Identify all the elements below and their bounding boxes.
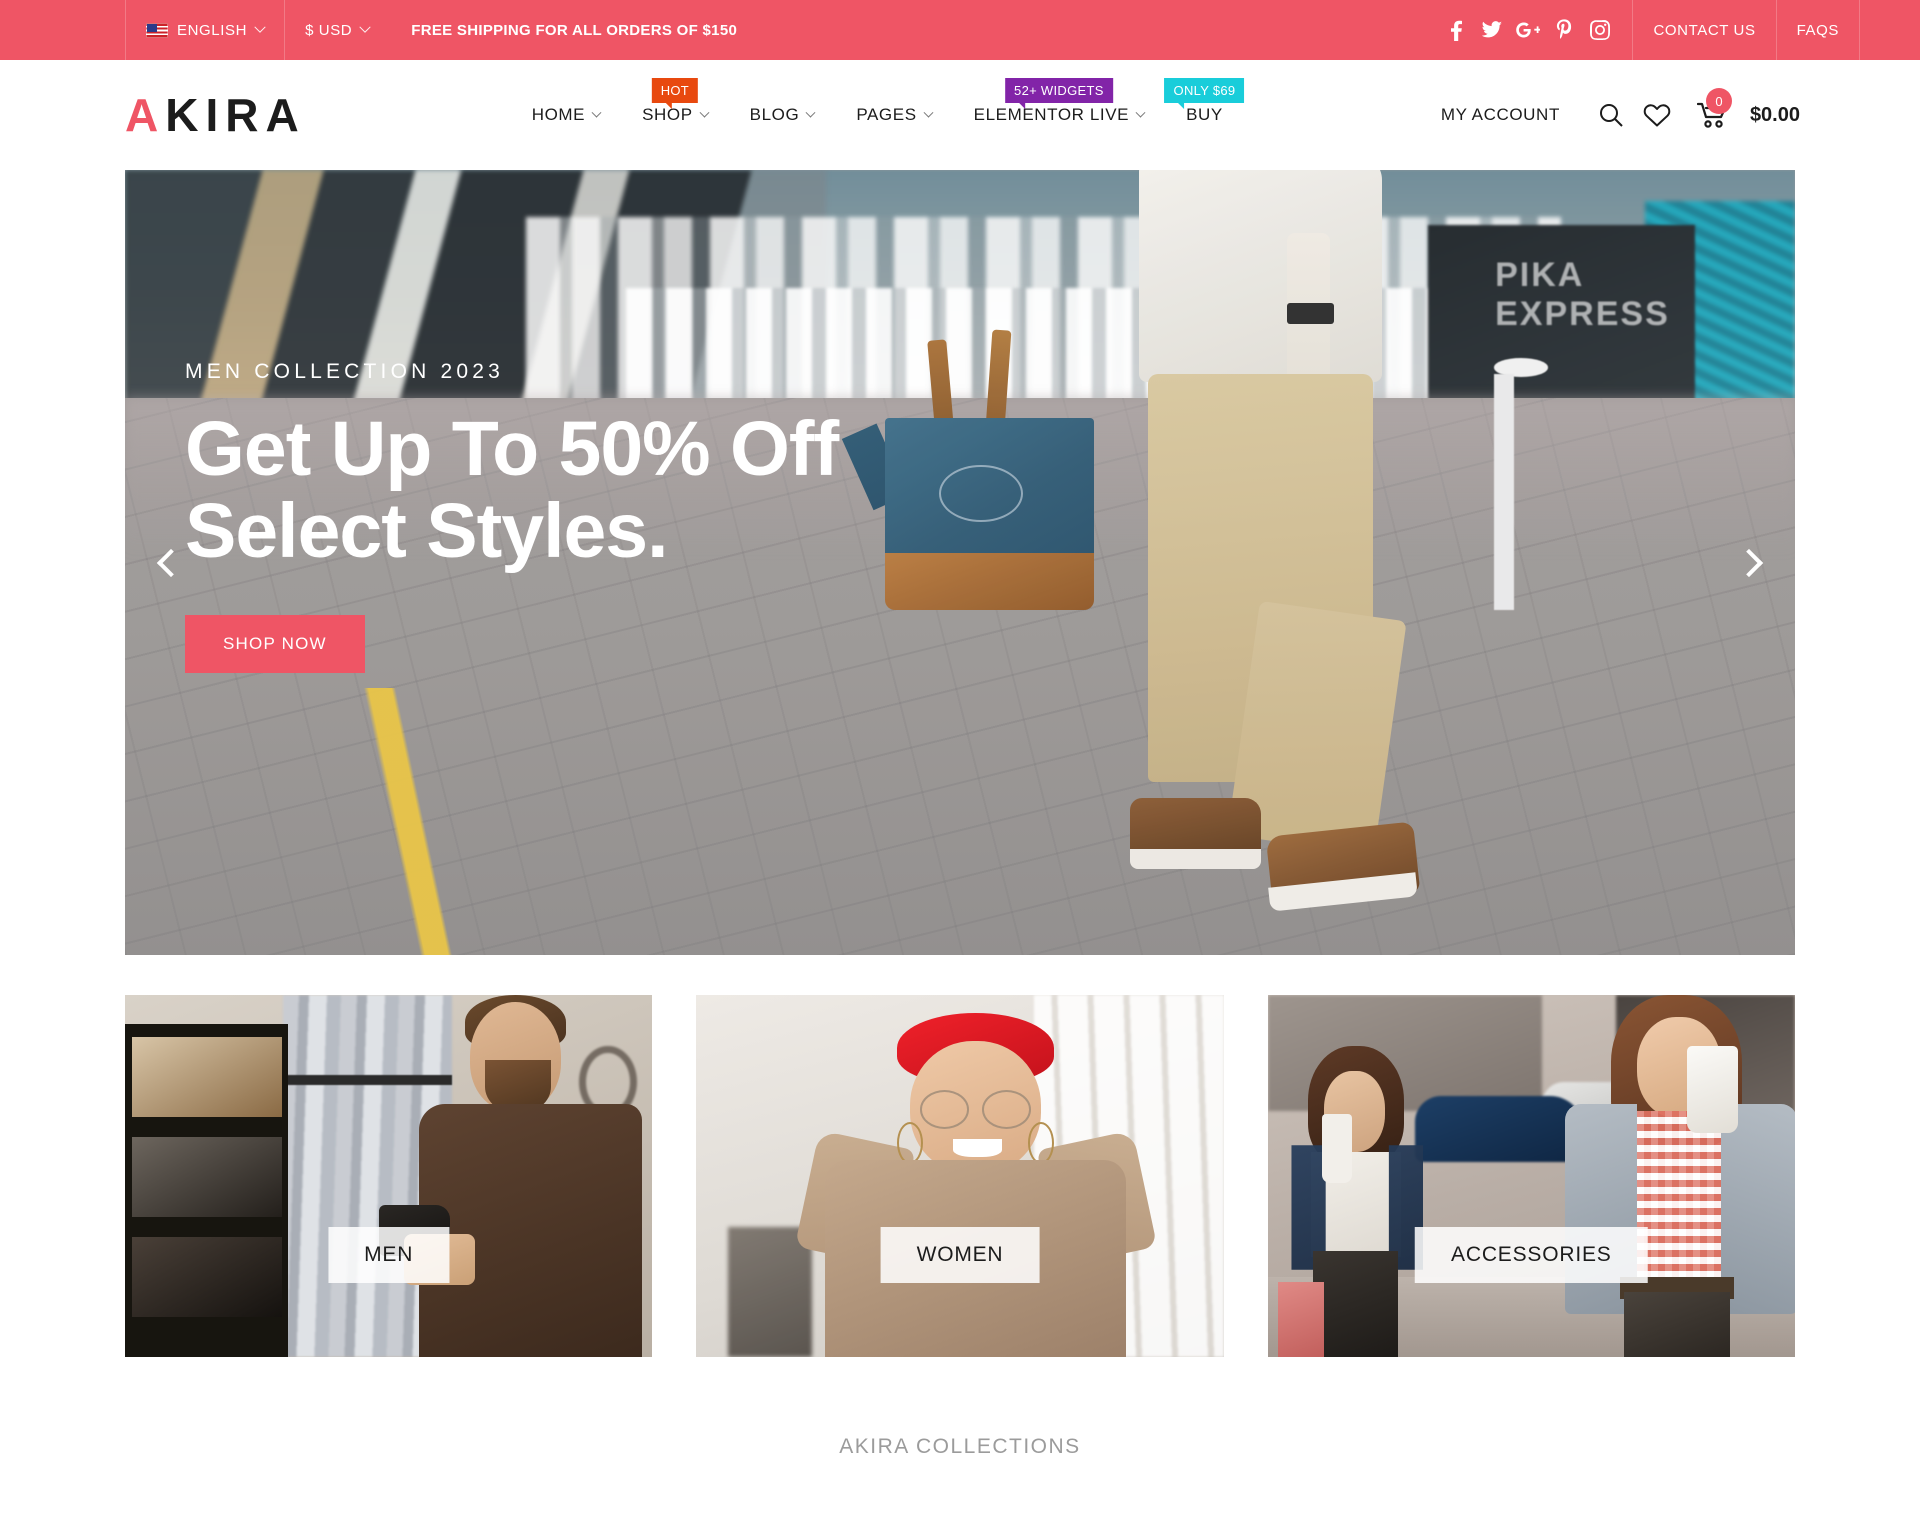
twitter-icon[interactable]: [1474, 0, 1510, 60]
chevron-down-icon: [591, 107, 602, 118]
faqs-link[interactable]: FAQS: [1775, 0, 1860, 60]
nav-label: BLOG: [749, 105, 800, 124]
category-cards: MEN WOMEN ACCESSORIES: [125, 995, 1795, 1357]
nav-label: HOME: [531, 105, 586, 124]
currency-label: $ USD: [305, 21, 353, 39]
nav-item-home[interactable]: HOME: [511, 60, 621, 170]
category-label-accessories: ACCESSORIES: [1415, 1227, 1648, 1283]
hero-slider: PIKA EXPRESS MEN COLLECTION 2023 Get Up …: [125, 170, 1795, 955]
site-logo[interactable]: AKIRA: [125, 92, 306, 138]
category-image-men: [125, 995, 653, 1357]
category-card-women[interactable]: WOMEN: [696, 995, 1224, 1357]
cart-count-badge: 0: [1705, 88, 1732, 114]
header-actions: MY ACCOUNT 0 $0.00: [1441, 88, 1800, 138]
nav-label: ELEMENTOR LIVE: [973, 105, 1130, 124]
nav-item-blog[interactable]: BLOG: [729, 60, 836, 170]
wishlist-heart-icon[interactable]: [1634, 92, 1680, 138]
chevron-down-icon: [359, 21, 371, 33]
chevron-down-icon: [254, 21, 266, 33]
us-flag-icon: [146, 22, 168, 38]
shop-now-button[interactable]: SHOP NOW: [185, 614, 365, 673]
category-image-women: [696, 995, 1224, 1357]
nav-badge-hot: HOT: [651, 78, 699, 109]
top-bar: ENGLISH $ USD FREE SHIPPING FOR ALL ORDE…: [0, 0, 1920, 60]
category-card-accessories[interactable]: ACCESSORIES: [1267, 995, 1795, 1357]
nav-label: BUY: [1186, 105, 1223, 124]
chevron-down-icon: [805, 107, 816, 118]
collections-title: AKIRA COLLECTIONS: [839, 1435, 1081, 1458]
nav-item-shop[interactable]: HOT SHOP: [621, 60, 729, 170]
hero-title: Get Up To 50% Off Select Styles.: [185, 406, 839, 575]
shipping-message: FREE SHIPPING FOR ALL ORDERS OF $150: [411, 21, 738, 39]
contact-us-link[interactable]: CONTACT US: [1632, 0, 1775, 60]
site-header: AKIRA HOME HOT SHOP BLOG PAGES 52+ WIDGE…: [0, 60, 1920, 170]
logo-accent-letter: A: [125, 89, 166, 141]
hero-title-line-1: Get Up To 50% Off: [185, 406, 839, 492]
category-label-women: WOMEN: [880, 1227, 1040, 1283]
chevron-down-icon: [923, 107, 934, 118]
hero-content: MEN COLLECTION 2023 Get Up To 50% Off Se…: [185, 360, 839, 673]
language-selector[interactable]: ENGLISH: [125, 0, 284, 60]
my-account-link[interactable]: MY ACCOUNT: [1441, 105, 1560, 125]
category-card-men[interactable]: MEN: [125, 995, 653, 1357]
social-links: [1438, 0, 1632, 60]
nav-badge-price: ONLY $69: [1164, 78, 1245, 109]
logo-rest: KIRA: [165, 89, 306, 141]
cart-total: $0.00: [1749, 103, 1800, 126]
facebook-icon[interactable]: [1438, 0, 1474, 60]
hero-title-line-2: Select Styles.: [185, 488, 669, 575]
nav-label: PAGES: [856, 105, 917, 124]
search-icon[interactable]: [1588, 92, 1634, 138]
chevron-down-icon: [1135, 107, 1146, 118]
nav-item-buy[interactable]: ONLY $69 BUY: [1164, 60, 1245, 170]
instagram-icon[interactable]: [1582, 0, 1618, 60]
google-plus-icon[interactable]: [1510, 0, 1546, 60]
main-navigation: HOME HOT SHOP BLOG PAGES 52+ WIDGETS ELE…: [511, 60, 1245, 170]
nav-item-elementor-live[interactable]: 52+ WIDGETS ELEMENTOR LIVE: [953, 60, 1165, 170]
category-label-men: MEN: [328, 1227, 450, 1283]
category-image-accessories: [1267, 995, 1795, 1357]
hero-subtitle: MEN COLLECTION 2023: [185, 360, 505, 383]
nav-item-pages[interactable]: PAGES: [835, 60, 952, 170]
cart-widget[interactable]: 0 $0.00: [1690, 88, 1800, 138]
chevron-down-icon: [699, 107, 710, 118]
hero-next-arrow-icon[interactable]: [1719, 533, 1779, 593]
nav-badge-widgets: 52+ WIDGETS: [1005, 78, 1113, 109]
hero-prev-arrow-icon[interactable]: [141, 533, 201, 593]
top-bar-left: ENGLISH $ USD FREE SHIPPING FOR ALL ORDE…: [125, 0, 759, 60]
pinterest-icon[interactable]: [1546, 0, 1582, 60]
language-label: ENGLISH: [177, 21, 248, 39]
top-bar-right: CONTACT US FAQS: [1438, 0, 1860, 60]
collections-section: AKIRA COLLECTIONS: [0, 1435, 1920, 1459]
currency-selector[interactable]: $ USD: [284, 0, 389, 60]
